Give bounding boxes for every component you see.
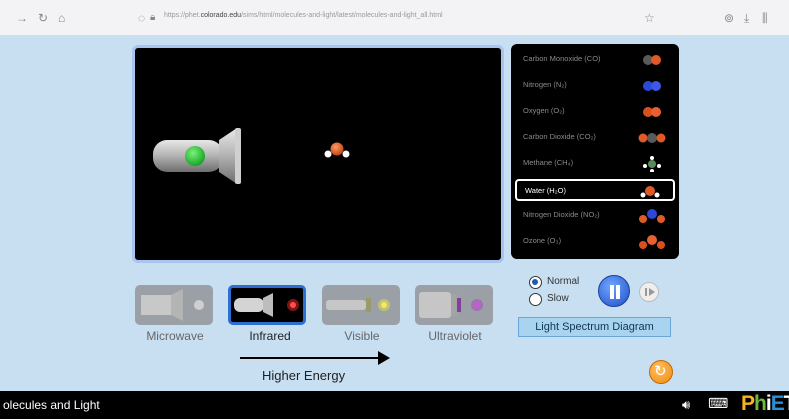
co-molecule-icon — [643, 55, 661, 65]
visible-label: Visible — [344, 329, 380, 343]
molecule-label: Carbon Dioxide (CO₂) — [523, 132, 596, 141]
reset-all-button[interactable] — [649, 360, 673, 384]
ch4-molecule-icon — [643, 156, 661, 172]
molecule-label: Methane (CH₄) — [523, 158, 574, 167]
molecule-label: Oxygen (O₂) — [523, 106, 565, 115]
light-spectrum-diagram-button[interactable]: Light Spectrum Diagram — [518, 317, 671, 337]
molecule-option-o2[interactable]: Oxygen (O₂) — [515, 101, 675, 123]
infrared-label: Infrared — [249, 329, 291, 343]
home-icon[interactable]: ⌂ — [58, 11, 65, 25]
molecule-option-co2[interactable]: Carbon Dioxide (CO₂) — [515, 127, 675, 149]
microwave-emitter-icon — [141, 289, 204, 321]
molecule-option-o3[interactable]: Ozone (O₃) — [515, 231, 675, 253]
molecule-label: Nitrogen Dioxide (NO₂) — [523, 210, 600, 219]
microwave-button[interactable] — [135, 285, 213, 325]
molecule-label: Carbon Monoxide (CO) — [523, 54, 601, 63]
light-emitter[interactable] — [153, 128, 241, 184]
star-icon[interactable]: ☆ — [644, 11, 655, 25]
navigation-bar: olecules and Light 🔊︎ ⌨ PhiET — [0, 391, 789, 419]
o2-molecule-icon — [643, 107, 661, 117]
sound-icon[interactable]: 🔊︎ — [682, 397, 690, 413]
molecule-option-ch4[interactable]: Methane (CH₄) — [515, 153, 675, 175]
h2o-molecule-icon — [640, 186, 660, 198]
normal-speed-label: Normal — [547, 276, 580, 287]
library-icon[interactable]: ⫼ — [762, 11, 768, 25]
molecule-option-no2[interactable]: Nitrogen Dioxide (NO₂) — [515, 205, 675, 227]
o3-molecule-icon — [639, 235, 665, 249]
url-text: https://phet.colorado.edu/sims/html/mole… — [164, 12, 443, 19]
microwave-label: Microwave — [146, 329, 204, 343]
molecule-selector: Carbon Monoxide (CO) Nitrogen (N₂) Oxyge… — [511, 44, 679, 259]
molecule-label: Water (H₂O) — [525, 186, 566, 195]
arrow-left-icon[interactable]: → — [16, 11, 28, 25]
arrow-right-icon — [378, 351, 390, 365]
molecule-option-co[interactable]: Carbon Monoxide (CO) — [515, 49, 675, 71]
molecule-option-h2o[interactable]: Water (H₂O) — [515, 179, 675, 201]
infrared-button[interactable] — [228, 285, 306, 325]
molecule-label: Ozone (O₃) — [523, 236, 562, 245]
slow-speed-label: Slow — [547, 293, 569, 304]
shield-icon: ◌ — [138, 11, 146, 25]
n2-molecule-icon — [643, 81, 661, 91]
ultraviolet-label: Ultraviolet — [428, 329, 482, 343]
water-molecule[interactable] — [324, 142, 350, 158]
reload-icon[interactable]: ↻ — [38, 11, 48, 25]
pocket-icon[interactable]: ⊚ — [724, 11, 734, 25]
stage-canvas — [153, 128, 350, 184]
address-bar[interactable]: ◌ 🔒︎ https://phet.colorado.edu/sims/html… — [130, 8, 670, 28]
normal-speed-radio[interactable] — [529, 276, 542, 289]
sim-title: olecules and Light — [3, 398, 100, 412]
phet-logo[interactable]: PhiET — [741, 392, 789, 416]
ultraviolet-emitter-icon — [419, 292, 483, 318]
molecule-label: Nitrogen (N₂) — [523, 80, 567, 89]
infrared-emitter-icon — [234, 293, 299, 317]
energy-arrow — [240, 357, 380, 359]
emitter-on-button[interactable] — [185, 146, 205, 166]
molecule-option-n2[interactable]: Nitrogen (N₂) — [515, 75, 675, 97]
download-icon[interactable]: ⤓ — [744, 11, 749, 25]
lock-icon: 🔒︎ — [150, 12, 156, 23]
simulation-area: Carbon Monoxide (CO) Nitrogen (N₂) Oxyge… — [0, 36, 789, 391]
visible-button[interactable] — [322, 285, 400, 325]
observation-window — [132, 45, 504, 263]
ultraviolet-button[interactable] — [415, 285, 493, 325]
slow-speed-radio[interactable] — [529, 293, 542, 306]
energy-label: Higher Energy — [262, 368, 346, 383]
step-forward-button[interactable] — [639, 282, 659, 302]
browser-toolbar: → ↻ ⌂ ◌ 🔒︎ https://phet.colorado.edu/sim… — [0, 0, 789, 36]
co2-molecule-icon — [638, 133, 666, 143]
pause-button[interactable] — [598, 275, 630, 307]
keyboard-icon[interactable]: ⌨ — [708, 396, 728, 412]
no2-molecule-icon — [639, 209, 665, 223]
visible-emitter-icon — [326, 298, 390, 312]
